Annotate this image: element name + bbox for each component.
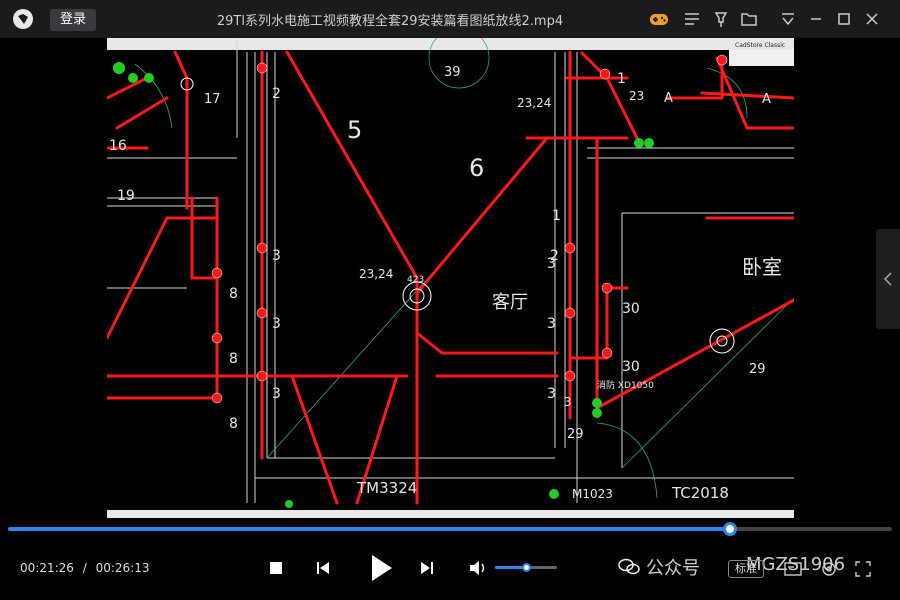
settings-icon[interactable] [818,558,840,580]
cad-toolbar-caption: CadStore Classic [735,42,785,49]
fullscreen-icon[interactable] [852,558,874,580]
cad-label: 1 [552,208,561,224]
time-separator: / [82,561,87,575]
cad-label: 39 [444,65,461,80]
app-logo-icon [12,8,34,30]
cad-label: TM3324 [356,479,417,497]
cad-label: M1023 [572,487,613,501]
seek-bar[interactable] [8,522,892,536]
cad-label: 423 [407,275,424,285]
title-bar: 登录 29Tl系列水电施工视频教程全套29安装篇看图纸放线2.mp4 [0,0,900,38]
cad-label: 8 [229,416,238,432]
cad-label: 8 [229,351,238,367]
gamepad-icon[interactable] [649,9,669,29]
cad-label: 8 [229,286,238,302]
cad-label: 3 [547,256,556,272]
volume-handle[interactable] [522,563,531,572]
cad-label: 19 [117,188,135,204]
playlist-toggle-handle[interactable] [876,229,900,329]
total-time: 00:26:13 [95,561,150,575]
cad-label: 30 [622,359,640,375]
list-icon[interactable] [682,9,702,29]
cad-label: A [762,92,771,107]
cad-label: 23 [629,89,644,103]
cad-label: 29 [567,427,584,442]
stop-button[interactable] [261,553,291,583]
time-display: 00:21:26 / 00:26:13 [20,561,150,575]
quality-button[interactable]: 标准 [728,560,764,578]
video-frame[interactable]: CadStore Classic 5 6 17 16 19 23,24 23,2… [107,38,794,518]
minimize-icon[interactable] [806,9,826,29]
cad-label: 30 [622,301,640,317]
cad-label: 3 [272,248,281,264]
current-time: 00:21:26 [20,561,74,575]
cad-label: 卧室 [742,255,782,279]
login-button[interactable]: 登录 [50,9,96,31]
cad-label: 3 [547,386,556,402]
cad-label: 消防 XD1050 [597,379,654,391]
seek-bar-handle[interactable] [723,522,738,536]
cad-label: A [664,91,673,106]
cad-label: 16 [109,138,127,154]
pin-icon[interactable] [711,9,731,29]
cad-label: 1 [617,71,626,87]
cad-label: 5 [347,116,362,144]
play-button[interactable] [360,548,400,588]
cad-label: 29 [749,362,766,377]
cad-label: 3 [547,316,556,332]
watermark-label: 公众号 [646,558,700,579]
cad-label: 23,24 [359,267,393,281]
close-icon[interactable] [862,9,882,29]
volume-icon[interactable] [466,553,490,583]
cad-label: 3 [272,386,281,402]
folder-icon[interactable] [739,9,759,29]
seek-bar-played [8,527,731,531]
video-title: 29Tl系列水电施工视频教程全套29安装篇看图纸放线2.mp4 [216,14,564,29]
cad-label: 3 [564,395,572,409]
cad-label: 6 [469,154,484,182]
screenshot-icon[interactable] [782,558,804,580]
cad-label: 17 [204,92,221,107]
previous-button[interactable] [308,553,338,583]
cad-label: 2 [272,86,281,102]
cad-drawing: CadStore Classic 5 6 17 16 19 23,24 23,2… [107,38,794,518]
wechat-icon [618,558,640,575]
menu-dropdown-icon[interactable] [778,9,798,29]
maximize-icon[interactable] [834,9,854,29]
cad-label: 3 [272,316,281,332]
next-button[interactable] [412,553,442,583]
cad-label: 23,24 [517,96,551,110]
cad-label: 客厅 [492,292,528,313]
cad-label: TC2018 [671,484,729,502]
volume-slider[interactable] [495,563,557,572]
